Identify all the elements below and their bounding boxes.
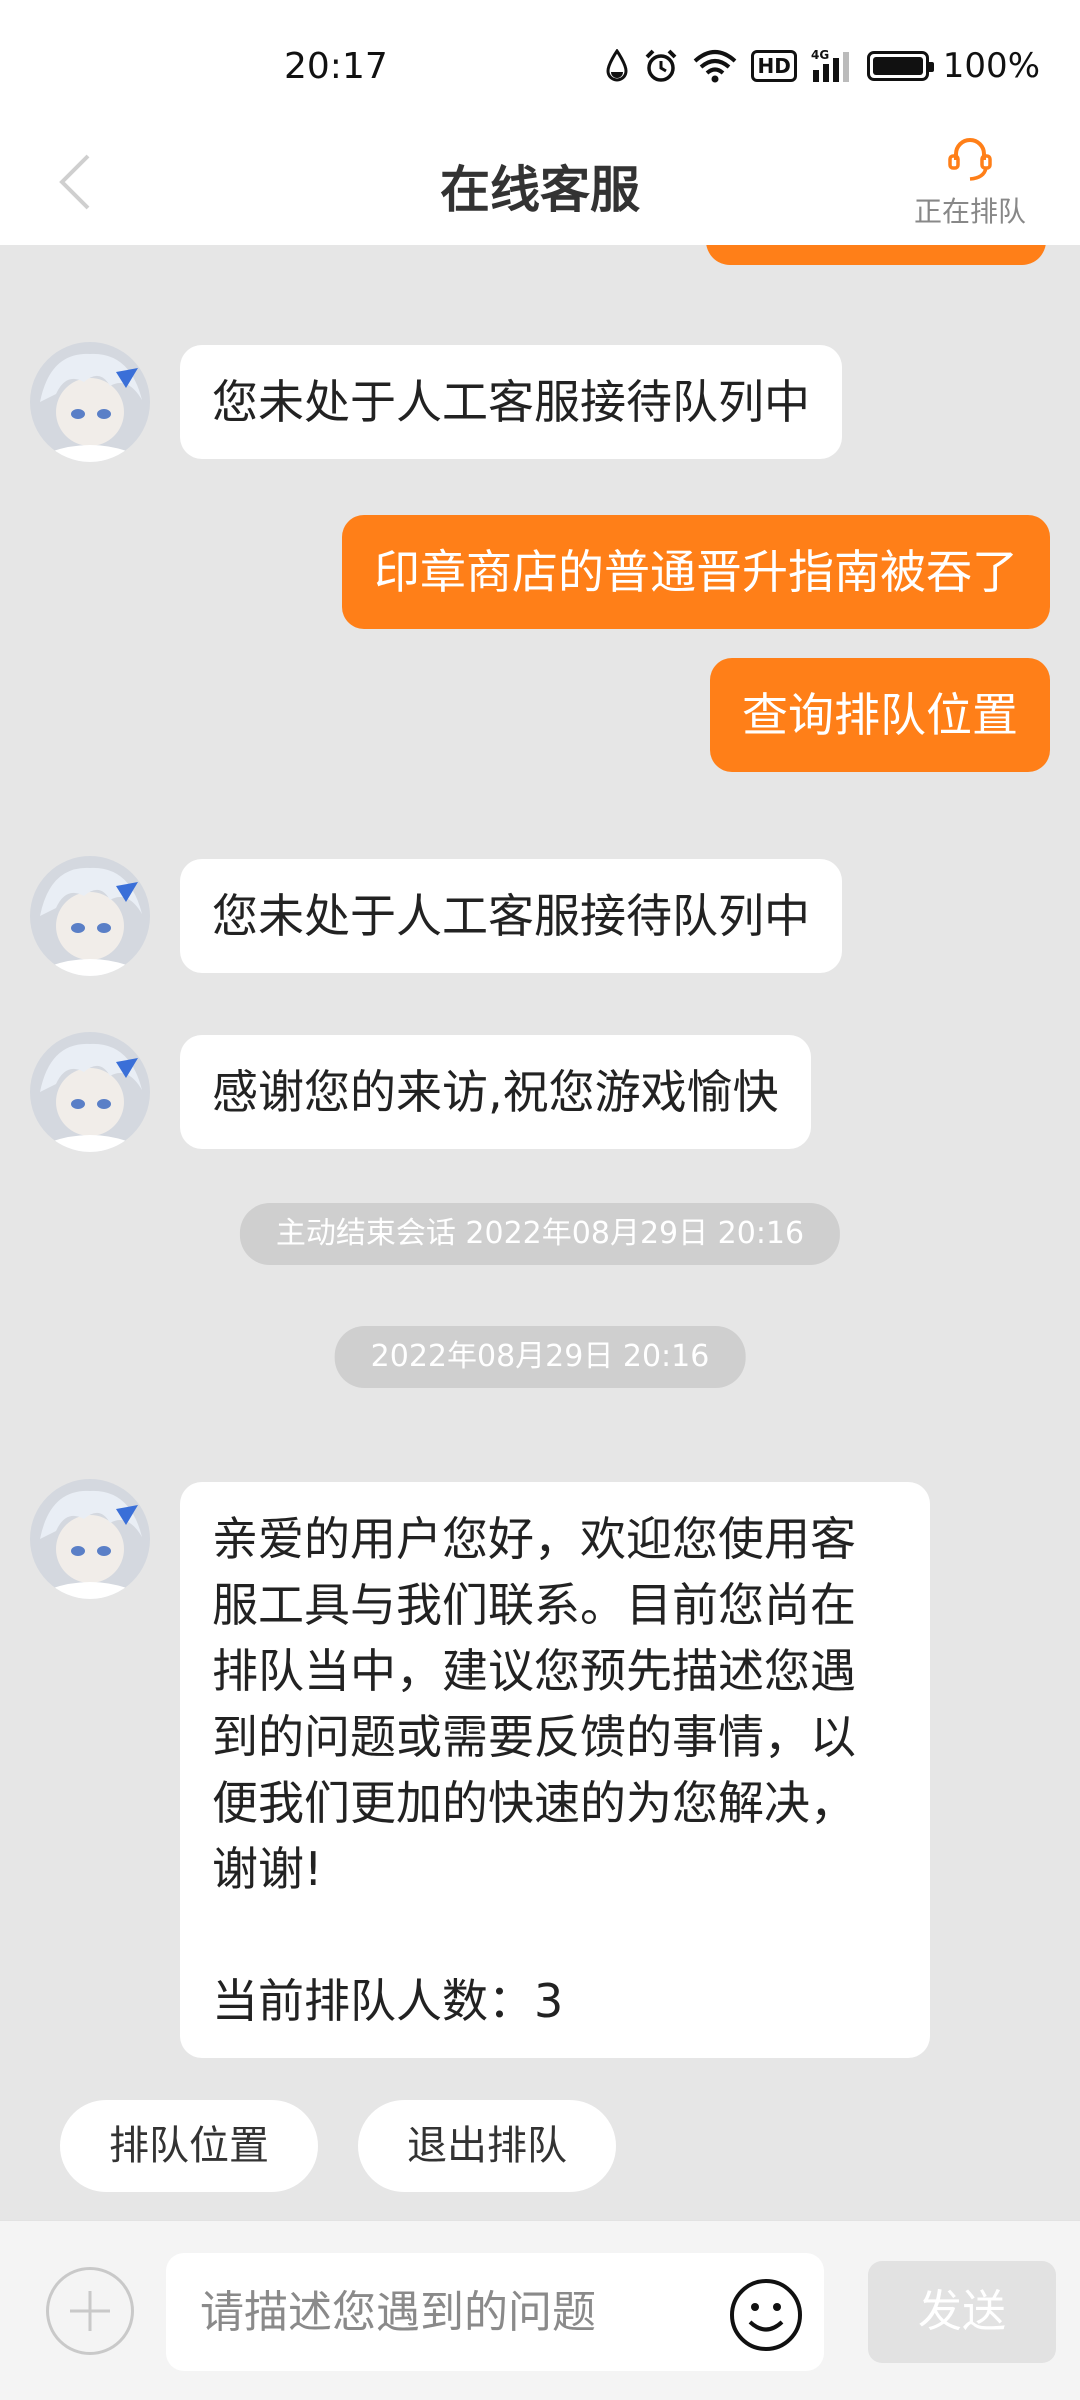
queue-position-button[interactable]: 排队位置 xyxy=(60,2100,318,2192)
agent-avatar xyxy=(30,856,150,976)
network-type-label: 4G xyxy=(811,48,829,62)
message-bubble-partial xyxy=(706,245,1046,265)
agent-message: 您未处于人工客服接待队列中 xyxy=(180,345,842,459)
app-header: 在线客服 正在排队 xyxy=(0,120,1080,245)
message-input-container[interactable] xyxy=(166,2253,824,2371)
exit-queue-button[interactable]: 退出排队 xyxy=(358,2100,616,2192)
message-input[interactable] xyxy=(200,2253,720,2371)
queue-status-label: 正在排队 xyxy=(913,195,1026,228)
headset-icon xyxy=(948,138,992,181)
chat-area[interactable]: 您未处于人工客服接待队列中 印章商店的普通晋升指南被吞了 查询排队位置 您未处于… xyxy=(0,245,1080,2220)
agent-avatar xyxy=(30,1032,150,1152)
agent-message: 感谢您的来访,祝您游戏愉快 xyxy=(180,1035,811,1149)
status-time: 20:17 xyxy=(284,46,388,87)
send-button[interactable]: 发送 xyxy=(868,2261,1056,2363)
hd-icon: HD xyxy=(751,50,797,82)
water-drop-icon xyxy=(605,46,629,86)
user-message: 印章商店的普通晋升指南被吞了 xyxy=(342,515,1050,629)
emoji-button[interactable] xyxy=(728,2277,804,2353)
agent-avatar xyxy=(30,342,150,462)
input-bar: 发送 xyxy=(0,2220,1080,2400)
agent-message: 您未处于人工客服接待队列中 xyxy=(180,859,842,973)
agent-welcome-message: 亲爱的用户您好，欢迎您使用客 服工具与我们联系。目前您尚在 排队当中，建议您预先… xyxy=(180,1482,930,2058)
battery-percent: 100% xyxy=(942,46,1040,86)
plus-icon[interactable] xyxy=(46,2267,134,2355)
battery-icon xyxy=(866,46,934,86)
agent-avatar xyxy=(30,1479,150,1599)
signal-4g-icon: 4G xyxy=(811,46,853,86)
status-bar: 20:17 HD 4G 100% xyxy=(0,0,1080,120)
alarm-icon xyxy=(643,46,679,86)
timestamp-divider: 2022年08月29日 20:16 xyxy=(334,1326,746,1388)
session-ended-notice: 主动结束会话 2022年08月29日 20:16 xyxy=(239,1203,841,1265)
emoji-icon xyxy=(730,2279,802,2351)
queue-status-button[interactable]: 正在排队 xyxy=(880,134,1060,230)
user-message: 查询排队位置 xyxy=(710,658,1050,772)
status-icons: HD 4G 100% xyxy=(605,46,1040,86)
wifi-icon xyxy=(693,46,737,86)
